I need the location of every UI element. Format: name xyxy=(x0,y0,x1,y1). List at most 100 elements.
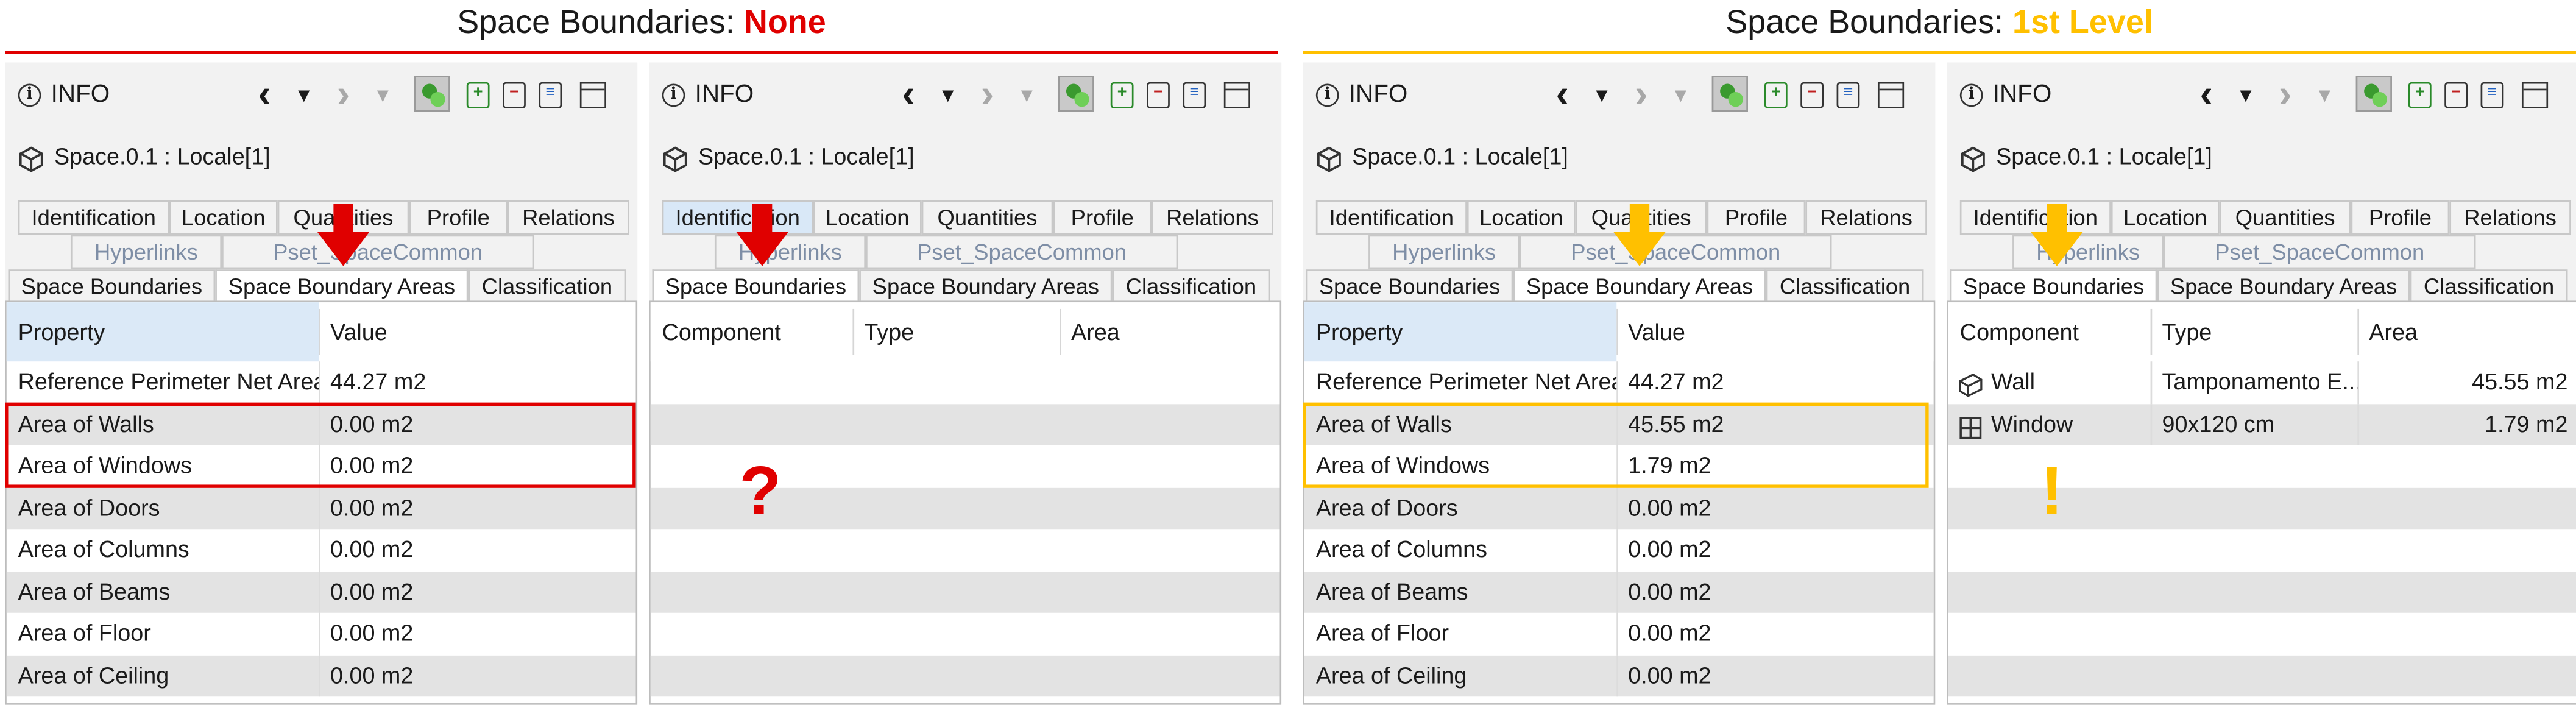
dropdown-icon[interactable]: ▼ xyxy=(1010,77,1043,113)
tab-profile[interactable]: Profile xyxy=(2351,200,2450,235)
table-row[interactable] xyxy=(650,403,1280,445)
tab-quantities[interactable]: Quantities xyxy=(921,200,1053,235)
table-row[interactable]: Area of Ceiling 0.00 m2 xyxy=(1304,654,1934,697)
tab-classification[interactable]: Classification xyxy=(2410,269,2568,304)
tab-space-boundary-areas[interactable]: Space Boundary Areas xyxy=(859,269,1113,304)
table-row[interactable]: Window 90x120 cm 1.79 m2 xyxy=(1948,403,2576,445)
table-row[interactable] xyxy=(1948,613,2576,655)
dropdown-icon[interactable]: ▼ xyxy=(2229,77,2262,113)
tab-profile[interactable]: Profile xyxy=(1707,200,1806,235)
tab-relations[interactable]: Relations xyxy=(2449,200,2571,235)
tab-relations[interactable]: Relations xyxy=(1805,200,1927,235)
tab-classification[interactable]: Classification xyxy=(1112,269,1270,304)
remove-icon[interactable]: − xyxy=(1147,82,1170,108)
add-icon[interactable]: + xyxy=(466,82,490,108)
column-header-type[interactable]: Type xyxy=(2151,302,2358,361)
tab-location[interactable]: Location xyxy=(1467,200,1576,235)
dropdown-icon[interactable]: ▼ xyxy=(1664,77,1697,113)
window-icon[interactable] xyxy=(579,82,606,108)
forward-icon[interactable]: › xyxy=(2269,75,2302,115)
add-icon[interactable]: + xyxy=(1110,82,1134,108)
table-row[interactable] xyxy=(651,613,1280,655)
back-icon[interactable]: ‹ xyxy=(248,75,281,115)
list-icon[interactable]: ≡ xyxy=(2480,82,2504,108)
remove-icon[interactable]: − xyxy=(503,82,526,108)
column-header-area[interactable]: Area xyxy=(2357,302,2576,361)
list-icon[interactable]: ≡ xyxy=(1183,82,1206,108)
tab-location[interactable]: Location xyxy=(169,200,278,235)
table-row[interactable] xyxy=(651,361,1280,403)
table-row[interactable] xyxy=(1948,654,2576,697)
remove-icon[interactable]: − xyxy=(2444,82,2468,108)
table-row[interactable] xyxy=(650,570,1280,613)
tab-quantities[interactable]: Quantities xyxy=(2219,200,2351,235)
show-3d-icon[interactable] xyxy=(1711,76,1748,112)
tab-location[interactable]: Location xyxy=(2111,200,2220,235)
dropdown-icon[interactable]: ▼ xyxy=(2308,77,2341,113)
table-row[interactable]: Reference Perimeter Net Area 44.27 m2 xyxy=(1304,361,1934,403)
dropdown-icon[interactable]: ▼ xyxy=(1585,77,1618,113)
table-row[interactable]: Reference Perimeter Net Area 44.27 m2 xyxy=(7,361,636,403)
tab-profile[interactable]: Profile xyxy=(1053,200,1152,235)
window-icon[interactable] xyxy=(2521,82,2549,108)
window-icon[interactable] xyxy=(1223,82,1250,108)
table-row[interactable]: Area of Beams 0.00 m2 xyxy=(6,570,636,613)
table-row[interactable] xyxy=(1948,570,2576,613)
add-icon[interactable]: + xyxy=(1764,82,1788,108)
list-icon[interactable]: ≡ xyxy=(1836,82,1860,108)
table-row[interactable] xyxy=(651,529,1280,571)
table-row[interactable]: Wall Tamponamento E... 45.55 m2 xyxy=(1948,361,2576,403)
back-icon[interactable]: ‹ xyxy=(1546,75,1579,115)
tab-pset-spacecommon[interactable]: Pset_SpaceCommon xyxy=(2164,235,2476,270)
dropdown-icon[interactable]: ▼ xyxy=(366,77,399,113)
tab-space-boundaries[interactable]: Space Boundaries xyxy=(1306,269,1513,304)
show-3d-icon[interactable] xyxy=(1058,76,1094,112)
column-header-value[interactable]: Value xyxy=(319,302,631,361)
list-icon[interactable]: ≡ xyxy=(539,82,562,108)
dropdown-icon[interactable]: ▼ xyxy=(932,77,964,113)
tab-identification[interactable]: Identification xyxy=(18,200,169,235)
column-header-type[interactable]: Type xyxy=(852,302,1060,361)
tab-pset-spacecommon[interactable]: Pset_SpaceCommon xyxy=(1520,235,1832,270)
dropdown-icon[interactable]: ▼ xyxy=(288,77,320,113)
table-row[interactable]: Area of Floor 0.00 m2 xyxy=(7,612,636,655)
table-row[interactable]: Area of Doors 0.00 m2 xyxy=(1304,487,1934,530)
tab-location[interactable]: Location xyxy=(813,200,922,235)
tab-classification[interactable]: Classification xyxy=(1766,269,1924,304)
column-header-property[interactable]: Property xyxy=(1304,302,1617,362)
tab-pset-spacecommon[interactable]: Pset_SpaceCommon xyxy=(866,235,1178,270)
forward-icon[interactable]: › xyxy=(327,75,360,115)
tab-space-boundaries[interactable]: Space Boundaries xyxy=(8,269,216,304)
tab-classification[interactable]: Classification xyxy=(468,269,626,304)
table-row[interactable]: Area of Doors 0.00 m2 xyxy=(6,487,636,530)
tab-pset-spacecommon[interactable]: Pset_SpaceCommon xyxy=(222,235,534,270)
tab-hyperlinks[interactable]: Hyperlinks xyxy=(1368,235,1520,270)
tab-profile[interactable]: Profile xyxy=(409,200,508,235)
table-row[interactable] xyxy=(1948,529,2576,571)
window-icon[interactable] xyxy=(1877,82,1905,108)
column-header-component[interactable]: Component xyxy=(1948,302,2151,361)
back-icon[interactable]: ‹ xyxy=(892,75,925,115)
tab-relations[interactable]: Relations xyxy=(1152,200,1273,235)
column-header-value[interactable]: Value xyxy=(1616,302,1928,361)
table-row[interactable]: Area of Beams 0.00 m2 xyxy=(1304,570,1934,613)
table-row[interactable]: Area of Columns 0.00 m2 xyxy=(7,529,636,571)
column-header-property[interactable]: Property xyxy=(6,302,319,362)
tab-identification[interactable]: Identification xyxy=(1315,200,1467,235)
tab-hyperlinks[interactable]: Hyperlinks xyxy=(70,235,222,270)
remove-icon[interactable]: − xyxy=(1800,82,1824,108)
forward-icon[interactable]: › xyxy=(971,75,1004,115)
table-row[interactable]: Area of Floor 0.00 m2 xyxy=(1304,612,1934,655)
show-3d-icon[interactable] xyxy=(2355,76,2392,112)
column-header-component[interactable]: Component xyxy=(651,302,853,361)
column-header-area[interactable]: Area xyxy=(1060,302,1279,361)
forward-icon[interactable]: › xyxy=(1625,75,1658,115)
tab-space-boundary-areas[interactable]: Space Boundary Areas xyxy=(2157,269,2410,304)
add-icon[interactable]: + xyxy=(2408,82,2432,108)
table-row[interactable]: Area of Columns 0.00 m2 xyxy=(1304,529,1934,571)
tab-relations[interactable]: Relations xyxy=(508,200,629,235)
back-icon[interactable]: ‹ xyxy=(2190,75,2223,115)
table-row[interactable] xyxy=(650,654,1280,697)
show-3d-icon[interactable] xyxy=(414,76,450,112)
table-row[interactable]: Area of Ceiling 0.00 m2 xyxy=(6,654,636,697)
